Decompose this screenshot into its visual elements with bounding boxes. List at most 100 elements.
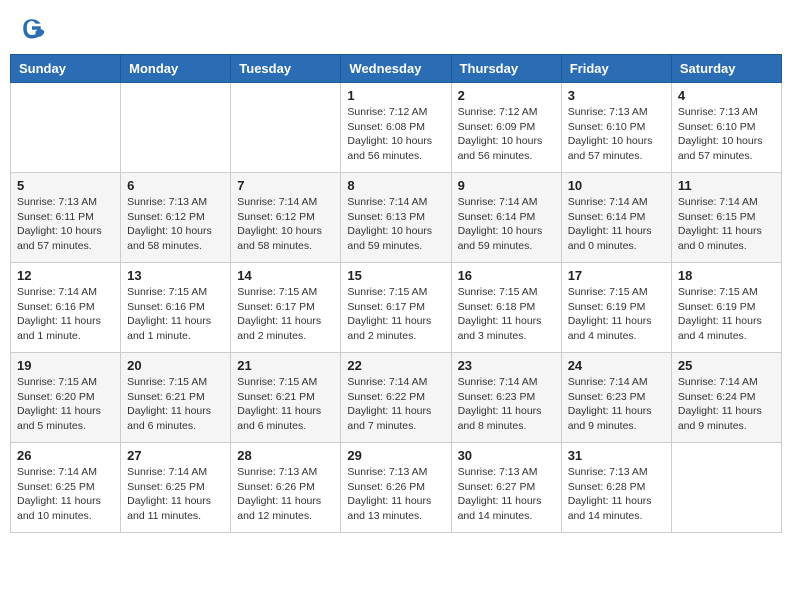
day-number: 15 bbox=[347, 268, 444, 283]
day-number: 24 bbox=[568, 358, 665, 373]
day-info: Sunrise: 7:15 AMSunset: 6:18 PMDaylight:… bbox=[458, 285, 555, 344]
calendar-cell: 30 Sunrise: 7:13 AMSunset: 6:27 PMDayligh… bbox=[451, 443, 561, 533]
day-number: 6 bbox=[127, 178, 224, 193]
calendar-cell: 7Sunrise: 7:14 AMSunset: 6:12 PMDaylight… bbox=[231, 173, 341, 263]
day-number: 8 bbox=[347, 178, 444, 193]
day-number: 11 bbox=[678, 178, 775, 193]
calendar-cell bbox=[231, 83, 341, 173]
day-info: Sunrise: 7:13 AMSunset: 6:10 PMDaylight:… bbox=[678, 105, 775, 164]
day-number: 21 bbox=[237, 358, 334, 373]
day-info: Sunrise: 7:13 AMSunset: 6:26 PMDaylight:… bbox=[237, 465, 334, 524]
day-info: Sunrise: 7:14 AMSunset: 6:16 PMDaylight:… bbox=[17, 285, 114, 344]
calendar-cell: 10 Sunrise: 7:14 AMSunset: 6:14 PMDayligh… bbox=[561, 173, 671, 263]
calendar-cell: 11Sunrise: 7:14 AMSunset: 6:15 PMDayligh… bbox=[671, 173, 781, 263]
calendar-cell bbox=[671, 443, 781, 533]
calendar-cell: 13 Sunrise: 7:15 AMSunset: 6:16 PMDayligh… bbox=[121, 263, 231, 353]
day-number: 29 bbox=[347, 448, 444, 463]
day-info: Sunrise: 7:15 AMSunset: 6:21 PMDaylight:… bbox=[237, 375, 334, 434]
day-number: 30 bbox=[458, 448, 555, 463]
day-info: Sunrise: 7:15 AMSunset: 6:16 PMDaylight:… bbox=[127, 285, 224, 344]
day-number: 27 bbox=[127, 448, 224, 463]
calendar-cell: 4 Sunrise: 7:13 AMSunset: 6:10 PMDaylight… bbox=[671, 83, 781, 173]
calendar-cell: 5 Sunrise: 7:13 AMSunset: 6:11 PMDaylight… bbox=[11, 173, 121, 263]
calendar-cell: 1 Sunrise: 7:12 AMSunset: 6:08 PMDaylight… bbox=[341, 83, 451, 173]
day-info: Sunrise: 7:13 AMSunset: 6:28 PMDaylight:… bbox=[568, 465, 665, 524]
day-info: Sunrise: 7:12 AMSunset: 6:08 PMDaylight:… bbox=[347, 105, 444, 164]
day-info: Sunrise: 7:14 AMSunset: 6:14 PMDaylight:… bbox=[458, 195, 555, 254]
day-number: 12 bbox=[17, 268, 114, 283]
weekday-header-monday: Monday bbox=[121, 55, 231, 83]
day-info: Sunrise: 7:14 AMSunset: 6:13 PMDaylight:… bbox=[347, 195, 444, 254]
day-info: Sunrise: 7:14 AMSunset: 6:12 PMDaylight:… bbox=[237, 195, 334, 254]
day-info: Sunrise: 7:13 AMSunset: 6:11 PMDaylight:… bbox=[17, 195, 114, 254]
day-info: Sunrise: 7:15 AMSunset: 6:20 PMDaylight:… bbox=[17, 375, 114, 434]
day-number: 31 bbox=[568, 448, 665, 463]
calendar-cell bbox=[11, 83, 121, 173]
day-number: 10 bbox=[568, 178, 665, 193]
logo bbox=[18, 14, 50, 42]
day-number: 20 bbox=[127, 358, 224, 373]
day-number: 14 bbox=[237, 268, 334, 283]
calendar-cell: 3 Sunrise: 7:13 AMSunset: 6:10 PMDaylight… bbox=[561, 83, 671, 173]
day-info: Sunrise: 7:14 AMSunset: 6:22 PMDaylight:… bbox=[347, 375, 444, 434]
day-info: Sunrise: 7:14 AMSunset: 6:25 PMDaylight:… bbox=[127, 465, 224, 524]
logo-icon bbox=[18, 14, 46, 42]
calendar-cell: 25 Sunrise: 7:14 AMSunset: 6:24 PMDayligh… bbox=[671, 353, 781, 443]
calendar-cell: 9Sunrise: 7:14 AMSunset: 6:14 PMDaylight… bbox=[451, 173, 561, 263]
day-number: 18 bbox=[678, 268, 775, 283]
calendar-cell: 18 Sunrise: 7:15 AMSunset: 6:19 PMDayligh… bbox=[671, 263, 781, 353]
day-info: Sunrise: 7:13 AMSunset: 6:27 PMDaylight:… bbox=[458, 465, 555, 524]
calendar-cell: 14 Sunrise: 7:15 AMSunset: 6:17 PMDayligh… bbox=[231, 263, 341, 353]
day-info: Sunrise: 7:15 AMSunset: 6:17 PMDaylight:… bbox=[347, 285, 444, 344]
weekday-header-tuesday: Tuesday bbox=[231, 55, 341, 83]
day-number: 3 bbox=[568, 88, 665, 103]
calendar-cell: 24 Sunrise: 7:14 AMSunset: 6:23 PMDayligh… bbox=[561, 353, 671, 443]
calendar-cell: 2Sunrise: 7:12 AMSunset: 6:09 PMDaylight… bbox=[451, 83, 561, 173]
calendar-cell: 29 Sunrise: 7:13 AMSunset: 6:26 PMDayligh… bbox=[341, 443, 451, 533]
day-info: Sunrise: 7:15 AMSunset: 6:21 PMDaylight:… bbox=[127, 375, 224, 434]
day-info: Sunrise: 7:14 AMSunset: 6:14 PMDaylight:… bbox=[568, 195, 665, 254]
day-info: Sunrise: 7:13 AMSunset: 6:10 PMDaylight:… bbox=[568, 105, 665, 164]
week-row-5: 26 Sunrise: 7:14 AMSunset: 6:25 PMDayligh… bbox=[11, 443, 782, 533]
day-number: 13 bbox=[127, 268, 224, 283]
day-number: 25 bbox=[678, 358, 775, 373]
calendar-cell bbox=[121, 83, 231, 173]
day-number: 28 bbox=[237, 448, 334, 463]
day-info: Sunrise: 7:13 AMSunset: 6:26 PMDaylight:… bbox=[347, 465, 444, 524]
calendar-cell: 27 Sunrise: 7:14 AMSunset: 6:25 PMDayligh… bbox=[121, 443, 231, 533]
day-number: 1 bbox=[347, 88, 444, 103]
day-number: 23 bbox=[458, 358, 555, 373]
calendar-cell: 15 Sunrise: 7:15 AMSunset: 6:17 PMDayligh… bbox=[341, 263, 451, 353]
week-row-1: 1 Sunrise: 7:12 AMSunset: 6:08 PMDaylight… bbox=[11, 83, 782, 173]
week-row-2: 5 Sunrise: 7:13 AMSunset: 6:11 PMDaylight… bbox=[11, 173, 782, 263]
calendar-cell: 12 Sunrise: 7:14 AMSunset: 6:16 PMDayligh… bbox=[11, 263, 121, 353]
day-info: Sunrise: 7:15 AMSunset: 6:17 PMDaylight:… bbox=[237, 285, 334, 344]
calendar-cell: 23Sunrise: 7:14 AMSunset: 6:23 PMDayligh… bbox=[451, 353, 561, 443]
calendar-cell: 17Sunrise: 7:15 AMSunset: 6:19 PMDayligh… bbox=[561, 263, 671, 353]
calendar-cell: 20 Sunrise: 7:15 AMSunset: 6:21 PMDayligh… bbox=[121, 353, 231, 443]
weekday-header-friday: Friday bbox=[561, 55, 671, 83]
day-number: 26 bbox=[17, 448, 114, 463]
weekday-header-wednesday: Wednesday bbox=[341, 55, 451, 83]
weekday-header-saturday: Saturday bbox=[671, 55, 781, 83]
day-info: Sunrise: 7:13 AMSunset: 6:12 PMDaylight:… bbox=[127, 195, 224, 254]
day-info: Sunrise: 7:12 AMSunset: 6:09 PMDaylight:… bbox=[458, 105, 555, 164]
day-number: 19 bbox=[17, 358, 114, 373]
day-number: 17 bbox=[568, 268, 665, 283]
day-number: 4 bbox=[678, 88, 775, 103]
weekday-header-thursday: Thursday bbox=[451, 55, 561, 83]
day-info: Sunrise: 7:14 AMSunset: 6:24 PMDaylight:… bbox=[678, 375, 775, 434]
day-number: 16 bbox=[458, 268, 555, 283]
week-row-4: 19 Sunrise: 7:15 AMSunset: 6:20 PMDayligh… bbox=[11, 353, 782, 443]
day-info: Sunrise: 7:15 AMSunset: 6:19 PMDaylight:… bbox=[678, 285, 775, 344]
day-info: Sunrise: 7:14 AMSunset: 6:25 PMDaylight:… bbox=[17, 465, 114, 524]
weekday-header-row: SundayMondayTuesdayWednesdayThursdayFrid… bbox=[11, 55, 782, 83]
calendar-cell: 28 Sunrise: 7:13 AMSunset: 6:26 PMDayligh… bbox=[231, 443, 341, 533]
day-info: Sunrise: 7:14 AMSunset: 6:23 PMDaylight:… bbox=[568, 375, 665, 434]
week-row-3: 12 Sunrise: 7:14 AMSunset: 6:16 PMDayligh… bbox=[11, 263, 782, 353]
calendar-cell: 31 Sunrise: 7:13 AMSunset: 6:28 PMDayligh… bbox=[561, 443, 671, 533]
calendar-cell: 8 Sunrise: 7:14 AMSunset: 6:13 PMDaylight… bbox=[341, 173, 451, 263]
calendar-cell: 26 Sunrise: 7:14 AMSunset: 6:25 PMDayligh… bbox=[11, 443, 121, 533]
day-number: 5 bbox=[17, 178, 114, 193]
calendar-cell: 19 Sunrise: 7:15 AMSunset: 6:20 PMDayligh… bbox=[11, 353, 121, 443]
